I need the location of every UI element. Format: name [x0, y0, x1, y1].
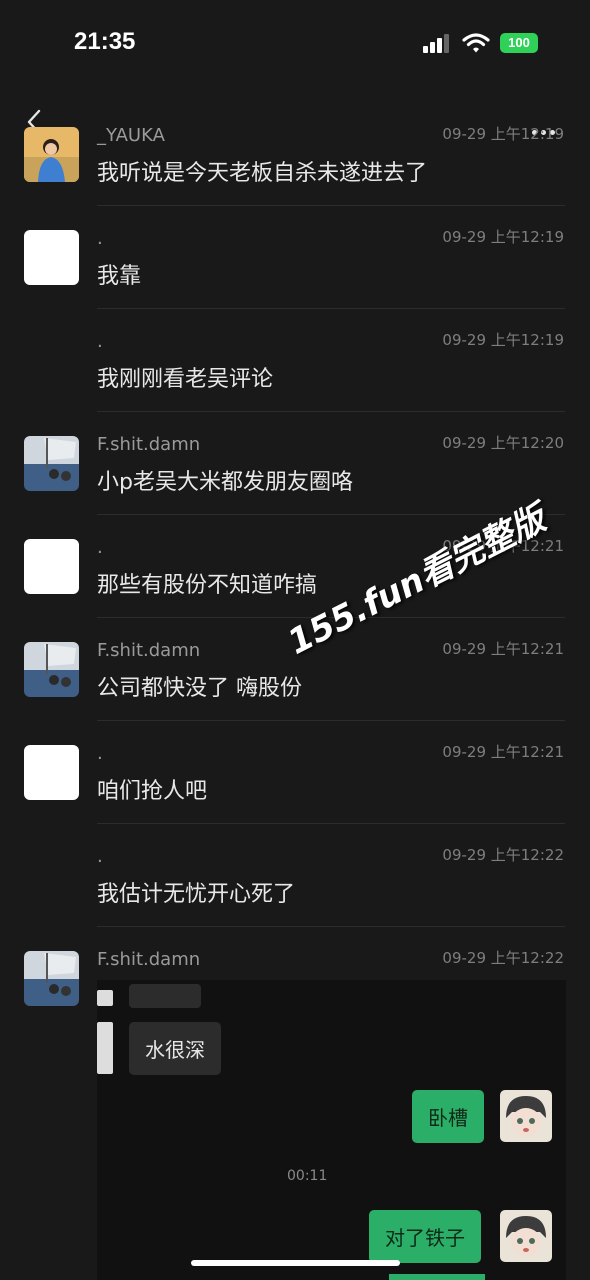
sender-name: F.shit.damn	[97, 949, 201, 970]
boat-photo-icon	[24, 642, 79, 697]
sender-name: F.shit.damn	[97, 640, 201, 661]
person-photo-icon	[24, 127, 79, 182]
sender-name: .	[97, 846, 103, 867]
message-text: 我估计无忧开心死了	[97, 882, 296, 907]
message-timestamp: 09-29 上午12:20	[442, 434, 564, 452]
chat-bubble-right	[389, 1274, 485, 1280]
message-text: 我听说是今天老板自杀未遂进去了	[97, 161, 428, 186]
chat-bubble	[129, 984, 201, 1008]
chat-bubble-left: 水很深	[129, 1022, 221, 1075]
message-text: 我靠	[97, 264, 142, 289]
message-timestamp: 09-29 上午12:22	[442, 949, 564, 967]
sender-name: .	[97, 331, 103, 352]
avatar[interactable]	[24, 951, 79, 1006]
avatar[interactable]	[24, 436, 79, 491]
message-timestamp: 09-29 上午12:19	[442, 331, 564, 349]
status-time: 21:35	[74, 28, 136, 55]
avatar[interactable]	[24, 745, 79, 800]
chat-bubble-right: 卧槽	[412, 1090, 484, 1143]
avatar	[500, 1210, 552, 1262]
battery-icon: 100	[500, 33, 538, 53]
cellular-signal-icon	[423, 33, 453, 53]
avatar[interactable]	[24, 642, 79, 697]
home-indicator[interactable]	[191, 1260, 400, 1266]
chat-bubble-right: 对了铁子	[369, 1210, 481, 1263]
avatar[interactable]	[24, 127, 79, 182]
sender-name: .	[97, 743, 103, 764]
message-timestamp: 09-29 上午12:21	[442, 743, 564, 761]
message-row[interactable]: . 09-29 上午12:19 我刚刚看老吴评论	[0, 309, 590, 412]
avatar	[500, 1090, 552, 1142]
message-timestamp: 09-29 上午12:22	[442, 846, 564, 864]
boat-photo-icon	[24, 436, 79, 491]
sender-name: .	[97, 228, 103, 249]
message-text: 那些有股份不知道咋搞	[97, 573, 318, 598]
message-row[interactable]: . 09-29 上午12:22 我估计无忧开心死了	[0, 824, 590, 927]
avatar[interactable]	[24, 539, 79, 594]
avatar	[97, 1022, 113, 1074]
status-bar: 21:35 100	[0, 0, 590, 90]
message-text: 公司都快没了 嗨股份	[97, 676, 302, 701]
message-text: 咱们抢人吧	[97, 779, 208, 804]
anime-avatar-icon	[500, 1090, 552, 1142]
message-row[interactable]: F.shit.damn 09-29 上午12:20 小p老吴大米都发朋友圈咯	[0, 412, 590, 515]
sender-name: .	[97, 537, 103, 558]
message-row[interactable]: . 09-29 上午12:21 咱们抢人吧	[0, 721, 590, 824]
message-text: 小p老吴大米都发朋友圈咯	[97, 470, 353, 495]
message-timestamp: 09-29 上午12:19	[442, 228, 564, 246]
call-duration: 00:11	[287, 1168, 328, 1184]
wifi-icon	[462, 33, 490, 53]
boat-photo-icon	[24, 951, 79, 1006]
message-row[interactable]: _YAUKA 09-29 上午12:19 我听说是今天老板自杀未遂进去了	[0, 103, 590, 206]
message-row[interactable]: . 09-29 上午12:19 我靠	[0, 206, 590, 309]
message-timestamp: 09-29 上午12:21	[442, 640, 564, 658]
sender-name: _YAUKA	[97, 125, 165, 146]
anime-avatar-icon	[500, 1210, 552, 1262]
avatar[interactable]	[24, 230, 79, 285]
embedded-chat-screenshot[interactable]: 水很深 卧槽 00:11 对了铁子	[97, 980, 566, 1280]
avatar	[97, 990, 113, 1006]
sender-name: F.shit.damn	[97, 434, 201, 455]
message-timestamp: 09-29 上午12:19	[442, 125, 564, 143]
message-text: 我刚刚看老吴评论	[97, 367, 274, 392]
